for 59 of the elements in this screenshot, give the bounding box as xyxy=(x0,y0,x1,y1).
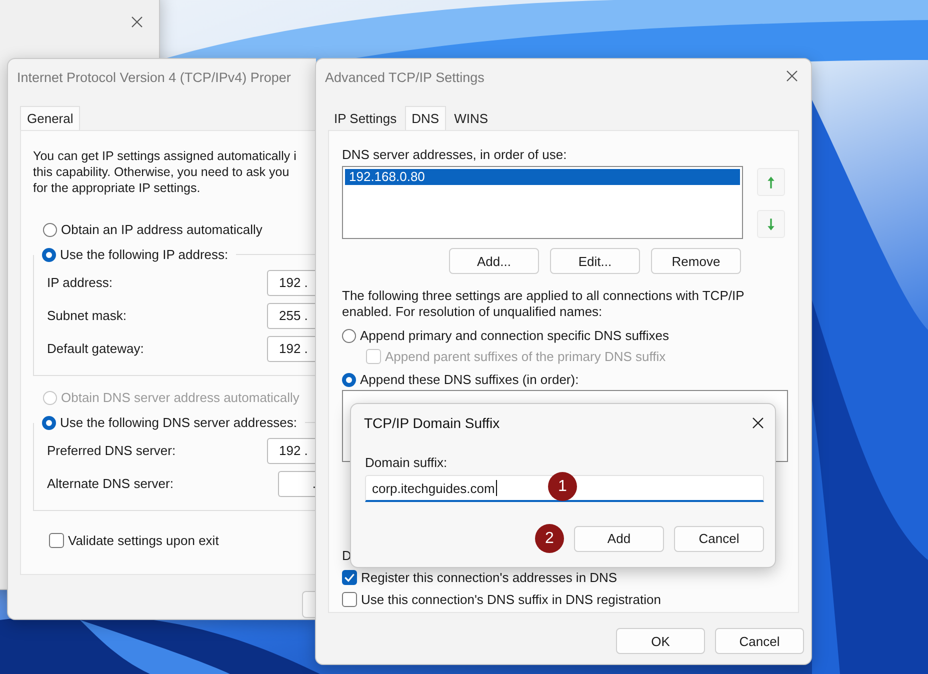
ip-address-field[interactable]: 192 . xyxy=(267,438,316,464)
field-label: Default gateway: xyxy=(47,341,144,356)
dialog-button[interactable]: Cancel xyxy=(715,628,804,654)
option-label: Append primary and connection specific DNS suffixes xyxy=(360,328,670,343)
option-label: Append parent suffixes of the primary DNS suffix xyxy=(385,349,666,364)
radio-button[interactable] xyxy=(342,328,356,342)
description-text: The following three settings are applied to all connections with TCP/IP enabled. For resolution of unqualified names: xyxy=(342,288,746,320)
ip-address-field[interactable]: 192 . xyxy=(267,336,316,362)
option-label: Use this connection's DNS suffix in DNS registration xyxy=(361,592,661,607)
step-badge: 2 xyxy=(535,524,564,553)
dialog-button[interactable]: Add xyxy=(574,526,664,552)
list-button[interactable]: Remove xyxy=(651,248,741,274)
list-button[interactable]: Add... xyxy=(449,248,539,274)
move-up-button[interactable] xyxy=(757,168,785,196)
description-text: for the appropriate IP settings. xyxy=(33,180,202,196)
close-icon[interactable] xyxy=(752,417,764,429)
list-button[interactable]: Edit... xyxy=(550,248,640,274)
down-arrow-icon xyxy=(766,216,776,232)
option-label: Validate settings upon exit xyxy=(68,533,219,548)
tab[interactable]: DNS xyxy=(404,106,446,130)
field-label: Domain suffix: xyxy=(365,455,448,470)
dialog-button[interactable]: OK xyxy=(616,628,705,654)
option-label: Obtain DNS server address automatically xyxy=(61,390,300,405)
tab[interactable]: General xyxy=(20,106,80,130)
server-list[interactable]: 192.168.0.80 xyxy=(342,166,743,239)
move-down-button[interactable] xyxy=(757,210,785,238)
option-label: Obtain an IP address automatically xyxy=(61,222,262,237)
close-icon[interactable] xyxy=(131,16,143,28)
checkbox[interactable] xyxy=(49,533,64,548)
field-label: Alternate DNS server: xyxy=(47,476,174,491)
ip-address-field[interactable]: 255 . xyxy=(267,302,316,328)
field-label: Subnet mask: xyxy=(47,308,126,323)
checkmark-icon xyxy=(343,571,356,584)
radio-button[interactable] xyxy=(342,372,356,386)
description-text: this capability. Otherwise, you need to ask you xyxy=(33,164,290,180)
ip-address-field[interactable]: . xyxy=(278,470,316,496)
option-label: Use the following DNS server addresses: xyxy=(60,415,297,430)
checkbox[interactable] xyxy=(342,570,357,585)
close-icon[interactable] xyxy=(786,70,798,82)
dialog-title: TCP/IP Domain Suffix xyxy=(364,415,500,431)
dialog-button[interactable]: Cancel xyxy=(674,526,764,552)
checkbox[interactable] xyxy=(342,592,357,607)
radio-button[interactable] xyxy=(42,416,56,430)
tab[interactable]: IP Settings xyxy=(328,108,403,130)
up-arrow-icon xyxy=(766,174,776,190)
list-item[interactable]: 192.168.0.80 xyxy=(345,169,740,185)
field-label: Preferred DNS server: xyxy=(47,443,176,458)
ip-address-field[interactable]: 192 . xyxy=(267,270,316,296)
tab[interactable]: WINS xyxy=(448,108,494,130)
description-text: You can get IP settings assigned automatically i xyxy=(33,148,298,164)
window-title: Advanced TCP/IP Settings xyxy=(324,69,484,87)
option-label: Append these DNS suffixes (in order): xyxy=(360,372,579,387)
radio-button[interactable] xyxy=(43,222,57,236)
radio-button[interactable] xyxy=(42,248,56,262)
field-label: IP address: xyxy=(47,275,113,290)
option-label: Register this connection's addresses in DNS xyxy=(361,570,618,585)
window-title: Internet Protocol Version 4 (TCP/IPv4) Proper xyxy=(16,69,292,87)
option-label: Use the following IP address: xyxy=(60,247,228,262)
list-label: DNS server addresses, in order of use: xyxy=(342,148,568,162)
